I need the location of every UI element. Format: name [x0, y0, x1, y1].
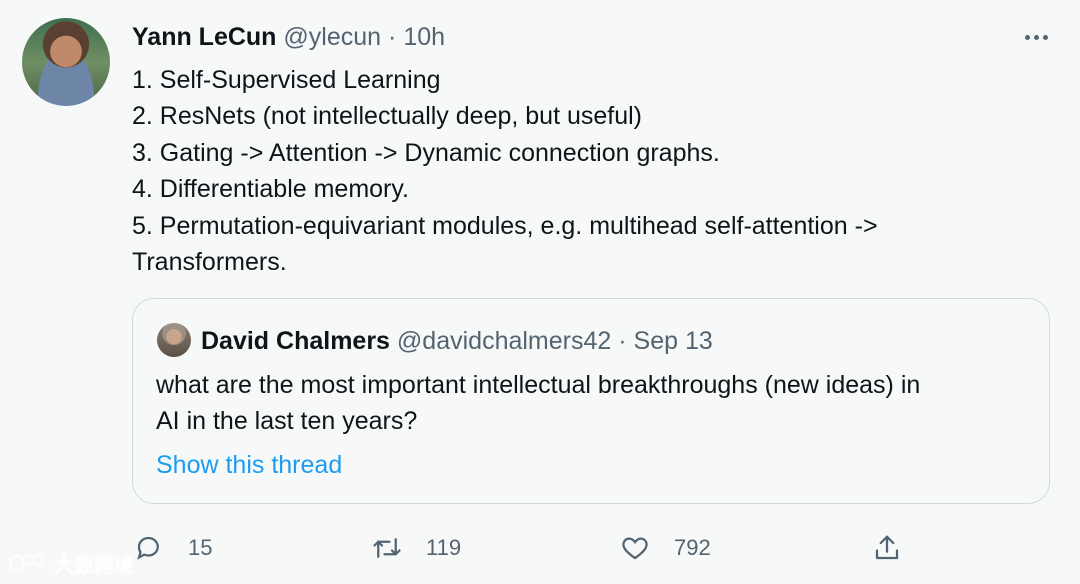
retweet-icon [373, 538, 401, 558]
separator-dot: · [618, 327, 627, 355]
quoted-author-line: David Chalmers @davidchalmers42 · Sep 13 [201, 326, 713, 356]
more-horizontal-icon [1033, 34, 1039, 40]
watermark-logo-icon [9, 554, 44, 571]
reply-icon [137, 536, 159, 560]
author-avatar[interactable] [22, 18, 110, 106]
like-button[interactable]: 792 [620, 528, 711, 568]
share-icon [875, 535, 899, 560]
more-horizontal-icon [1042, 34, 1048, 40]
tweet-line: 3. Gating -> Attention -> Dynamic connec… [132, 138, 720, 167]
retweet-count: 119 [426, 535, 462, 560]
author-name[interactable]: Yann LeCun [132, 23, 276, 51]
more-horizontal-icon [1024, 34, 1030, 40]
more-options-button[interactable] [1018, 22, 1054, 52]
quoted-tweet-card[interactable]: David Chalmers @davidchalmers42 · Sep 13… [132, 298, 1050, 504]
quoted-author-handle: @davidchalmers42 [396, 327, 612, 355]
retweet-button[interactable]: 119 [372, 528, 461, 568]
quoted-line: AI in the last ten years? [156, 407, 418, 436]
quoted-author-avatar [157, 323, 191, 357]
quoted-author-name: David Chalmers [201, 327, 390, 355]
show-thread-link[interactable]: Show this thread [156, 449, 342, 481]
tweet-line: 1. Self-Supervised Learning [132, 66, 441, 94]
quoted-tweet-date: Sep 13 [633, 327, 713, 355]
share-button[interactable] [872, 528, 902, 568]
watermark-text: 大数跨境 [54, 554, 134, 577]
tweet-line: Transformers. [132, 248, 287, 277]
reply-count: 15 [188, 535, 213, 560]
tweet-text: 1. Self-Supervised Learning 2. ResNets (… [132, 62, 1012, 280]
tweet-line: 4. Differentiable memory. [132, 175, 409, 204]
tweet-line: 2. ResNets (not intellectually deep, but… [132, 102, 642, 131]
tweet-time[interactable]: 10h [403, 23, 445, 51]
heart-icon [622, 537, 648, 560]
watermark: 大数跨境 [8, 548, 134, 578]
quoted-line: what are the most important intellectual… [156, 371, 921, 399]
separator-dot: · [388, 23, 397, 51]
tweet-author-line: Yann LeCun @ylecun · 10h [132, 22, 445, 52]
like-count: 792 [674, 535, 711, 560]
tweet-line: 5. Permutation-equivariant modules, e.g.… [132, 211, 878, 240]
quoted-tweet-text: what are the most important intellectual… [156, 367, 1036, 440]
reply-button[interactable]: 15 [134, 528, 212, 568]
author-handle[interactable]: @ylecun [283, 23, 381, 51]
